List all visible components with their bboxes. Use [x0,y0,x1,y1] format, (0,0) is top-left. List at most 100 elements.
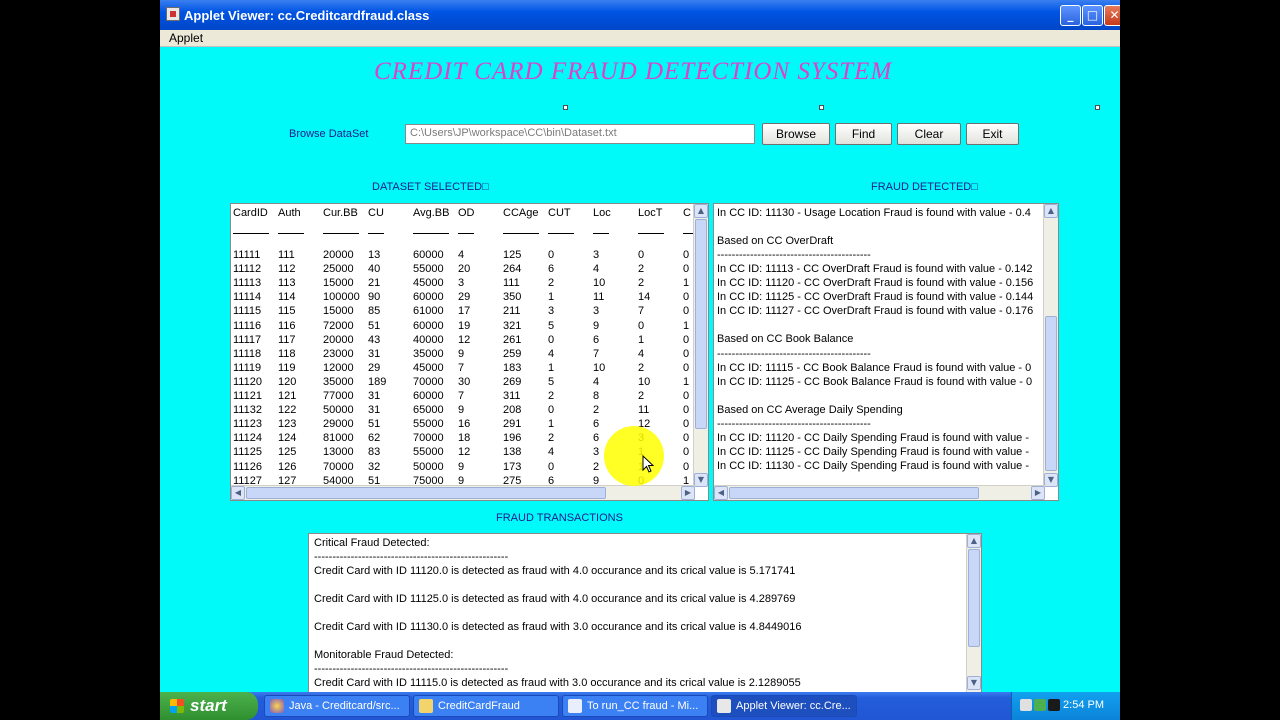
table-cell: 0 [683,263,690,276]
volume-icon[interactable] [1048,699,1060,711]
scroll-right-icon[interactable]: ▶ [681,486,695,500]
table-cell: 0 [548,460,555,473]
fraud-transactions-panel[interactable]: Critical Fraud Detected: ----------------… [308,533,982,692]
scroll-down-icon[interactable]: ▼ [967,676,981,690]
window-title: Applet Viewer: cc.Creditcardfraud.class [184,8,430,23]
table-cell: 2 [638,277,645,290]
table-cell: 12 [458,333,471,346]
table-cell: 51 [368,418,381,431]
maximize-icon[interactable]: □ [1082,5,1103,26]
system-tray: 2:54 PM [1011,692,1120,720]
table-cell: 0 [683,305,690,318]
transaction-line: ----------------------------------------… [314,663,509,675]
fraud-vertical-scrollbar[interactable]: ▲ ▼ [1043,204,1058,487]
table-cell: 4 [593,263,600,276]
column-header: CCAge [503,207,539,219]
title-bar[interactable]: Applet Viewer: cc.Creditcardfraud.class … [160,0,1120,30]
task-folder[interactable]: CreditCardFraud [413,695,559,717]
table-cell: 50000 [413,460,444,473]
table-cell: 70000 [323,460,354,473]
scroll-up-icon[interactable]: ▲ [1044,204,1058,218]
column-header: C [683,207,691,219]
header-underline [503,233,539,234]
dataset-vertical-scrollbar[interactable]: ▲ ▼ [693,204,708,487]
table-cell: 125 [278,446,297,459]
table-cell: 11121 [233,390,262,402]
table-cell: 7 [593,347,600,360]
applet-window: Applet Viewer: cc.Creditcardfraud.class … [160,0,1120,692]
scroll-up-icon[interactable]: ▲ [694,204,708,218]
scroll-up-icon[interactable]: ▲ [967,534,981,548]
table-cell: 9 [458,404,465,417]
table-cell: 0 [638,249,645,261]
start-button[interactable]: start [160,692,258,720]
table-cell: 45000 [413,361,444,374]
table-cell: 2 [593,404,600,417]
table-cell: 55000 [413,446,444,459]
dataset-selected-label: DATASET SELECTED□ [372,181,489,193]
security-icon[interactable] [1034,699,1046,711]
transactions-vertical-scrollbar[interactable]: ▲ ▼ [966,534,981,692]
transaction-line: ----------------------------------------… [314,551,509,563]
header-underline [278,233,304,234]
table-cell: 123 [278,418,297,431]
dataset-path-field[interactable]: C:\Users\JP\workspace\CC\bin\Dataset.txt [405,124,755,144]
task-word[interactable]: To run_CC fraud - Mi... [562,695,708,717]
browse-button[interactable]: Browse [762,123,830,145]
table-cell: 11115 [233,305,262,318]
column-header: CardID [233,207,268,219]
dataset-horizontal-scrollbar[interactable]: ◀ ▶ [231,485,695,500]
table-cell: 3 [593,446,600,459]
menu-applet[interactable]: Applet [169,31,203,45]
scroll-down-icon[interactable]: ▼ [694,473,708,487]
table-cell: 43 [368,333,381,346]
table-cell: 311 [503,390,521,402]
fraud-detected-panel[interactable]: In CC ID: 11130 - Usage Location Fraud i… [713,203,1059,501]
table-cell: 0 [683,418,690,431]
find-button[interactable]: Find [835,123,892,145]
scroll-left-icon[interactable]: ◀ [714,486,728,500]
exit-button[interactable]: Exit [966,123,1019,145]
clear-button[interactable]: Clear [897,123,961,145]
scroll-thumb[interactable] [1045,316,1057,471]
scroll-thumb[interactable] [729,487,979,499]
minimize-icon[interactable]: _ [1060,5,1081,26]
table-cell: 15000 [323,305,354,318]
fraud-transactions-label: FRAUD TRANSACTIONS [496,512,623,524]
table-cell: 62 [368,432,381,445]
table-cell: 196 [503,432,522,445]
scroll-thumb[interactable] [246,487,606,499]
close-icon[interactable]: ✕ [1104,5,1120,26]
task-label: To run_CC fraud - Mi... [587,700,699,712]
table-cell: 77000 [323,390,354,402]
table-cell: 6 [548,263,555,276]
table-cell: 29 [368,361,381,374]
network-icon[interactable] [1020,699,1032,711]
table-cell: 23000 [323,347,354,360]
table-cell: 13 [368,249,381,261]
table-cell: 208 [503,404,522,417]
table-cell: 7 [458,361,465,374]
table-cell: 31 [368,347,381,360]
table-cell: 121 [278,390,297,402]
table-cell: 0 [683,333,690,346]
table-cell: 259 [503,347,522,360]
table-cell: 10 [593,277,606,290]
table-cell: 12000 [323,361,354,374]
fraud-horizontal-scrollbar[interactable]: ◀ ▶ [714,485,1045,500]
task-java[interactable]: Java - Creditcard/src... [264,695,410,717]
scroll-right-icon[interactable]: ▶ [1031,486,1045,500]
header-underline [683,233,693,234]
scroll-down-icon[interactable]: ▼ [1044,473,1058,487]
header-underline [638,233,664,234]
column-header: LocT [638,207,663,219]
table-cell: 11116 [233,319,262,332]
scroll-thumb[interactable] [968,549,980,647]
task-applet-viewer[interactable]: Applet Viewer: cc.Cre... [711,695,857,717]
table-cell: 100000 [323,291,360,304]
table-cell: 0 [548,249,555,261]
table-cell: 9 [458,347,465,360]
scroll-left-icon[interactable]: ◀ [231,486,245,500]
scroll-thumb[interactable] [695,219,707,429]
table-cell: 11119 [233,361,262,374]
